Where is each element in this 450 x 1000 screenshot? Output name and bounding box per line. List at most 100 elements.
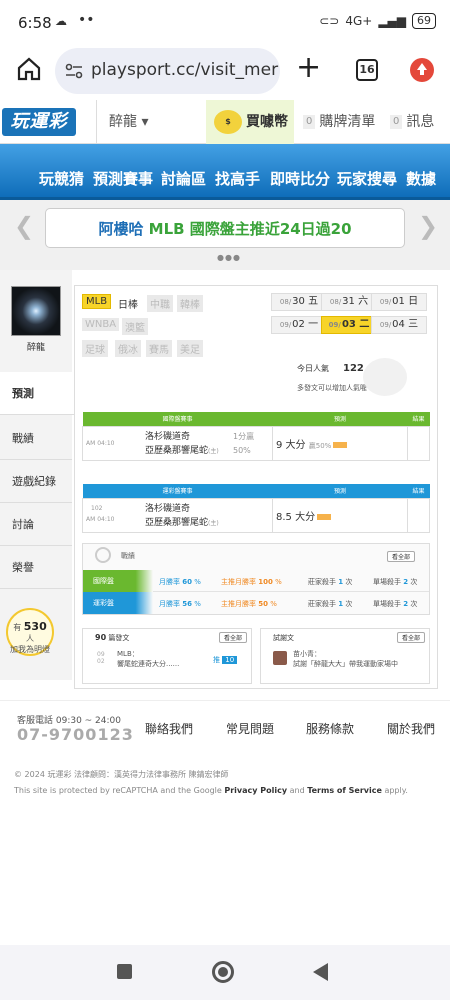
prediction-panel: MLB 日棒 中職 韓棒 WNBA 澳籃 足球 俄冰 賽馬 美足 08/30 五… <box>74 285 438 689</box>
avatar-box[interactable]: 醉龍 <box>6 286 66 356</box>
date-0831[interactable]: 08/31 六 <box>321 293 377 311</box>
game-time: AM 04:10 <box>86 515 115 523</box>
game-cell[interactable]: 102 AM 04:10 洛杉磯道奇 亞歷桑那響尾蛇(主) <box>82 497 273 533</box>
promo-link[interactable]: 阿樓哈 MLB 國際盤主推近24日過20 <box>45 208 405 248</box>
profile-sidebar: 醉龍 預測 戰績 遊戲紀錄 討論 榮譽 有 530 人加我為明燈 <box>0 270 74 680</box>
nav-item-forum[interactable]: 討論區 <box>161 168 206 189</box>
post-item[interactable]: MLB： 響尾蛇連奇大分...... <box>117 649 179 669</box>
col-header: 預測 <box>272 412 408 426</box>
url-text: playsport.cc/visit_mer <box>91 60 279 80</box>
footer-link-faq[interactable]: 常見問題 <box>226 720 274 737</box>
visitors-view-all-button[interactable]: 看全部 <box>397 632 426 643</box>
new-tab-icon[interactable]: + <box>296 53 321 83</box>
site-settings-icon[interactable] <box>64 61 84 81</box>
league-tab-soccer: 足球 <box>82 340 108 357</box>
league-tab-khl: 俄冰 <box>115 340 141 357</box>
league-tab-mlb[interactable]: MLB <box>82 294 112 309</box>
msg-label: 訊息 <box>406 114 435 130</box>
league-tab-wnba: WNBA <box>82 318 120 331</box>
nav-item-predict[interactable]: 預測賽事 <box>93 168 153 189</box>
date-0901[interactable]: 09/01 日 <box>371 293 427 311</box>
messages-link[interactable]: 0 訊息 <box>390 100 434 144</box>
league-tab-npb[interactable]: 日棒 <box>115 295 141 312</box>
key-pick-badge <box>333 441 348 448</box>
col-header: 結果 <box>407 484 430 498</box>
nav-item-livescore[interactable]: 即時比分 <box>270 168 330 189</box>
date-0830[interactable]: 08/30 五 <box>271 293 327 311</box>
line-text: 1分贏 <box>233 431 255 441</box>
game-cell[interactable]: AM 04:10 洛杉磯道奇 亞歷桑那響尾蛇(主) 1分贏 50% <box>82 425 273 461</box>
chevron-left-icon[interactable]: ❮ <box>14 212 34 240</box>
date-day: 03 二 <box>341 319 370 330</box>
address-bar[interactable]: playsport.cc/visit_mer <box>55 48 280 94</box>
date-0902[interactable]: 09/02 一 <box>271 316 327 334</box>
update-icon[interactable] <box>410 58 434 82</box>
service-phone[interactable]: 07-9700123 <box>17 725 134 744</box>
cart-link[interactable]: 0 購牌清單 <box>303 100 375 144</box>
table-row: AM 04:10 洛杉磯道奇 亞歷桑那響尾蛇(主) 1分贏 50% 9 大分 贏50… <box>82 425 430 461</box>
col-header: 預測 <box>272 484 408 498</box>
copyright-text: © 2024 玩運彩 法律顧問：漢英得力法律事務所 陳錆宏律師 <box>14 770 229 779</box>
coin-label: 買噱幣 <box>246 114 288 130</box>
sidebar-item-predict[interactable]: 預測 <box>0 372 74 415</box>
recaptcha-notice: This site is protected by reCAPTCHA and … <box>14 786 408 795</box>
record-summary: 戰績 看全部 國際盤 月勝率 60 % 主推月勝率 100 % 莊家殺手 1 次… <box>82 543 430 615</box>
sidebar-item-discuss[interactable]: 討論 <box>0 503 72 546</box>
single-killer: 單場殺手 2 次 <box>373 578 418 586</box>
avatar <box>11 286 61 336</box>
record-title: 戰績 <box>121 552 135 560</box>
league-tab-horse: 賽馬 <box>146 340 172 357</box>
nav-item-guess[interactable]: 玩競猜 <box>39 168 84 189</box>
bulb-text: 加我為明燈 <box>10 645 50 654</box>
footer-link-contact[interactable]: 聯絡我們 <box>145 720 193 737</box>
coin-button[interactable]: $ 買噱幣 <box>206 100 294 144</box>
sidebar-item-game-log[interactable]: 遊戲紀錄 <box>0 460 72 503</box>
home-team: 亞歷桑那響尾蛇 <box>145 517 209 528</box>
line-pct: 50% <box>233 445 251 455</box>
user-menu[interactable]: 醉龍 ▾ <box>96 100 206 144</box>
visitor-item[interactable]: 苗小青： 試謝「醉龍大大」帶我運動家場中 <box>293 649 398 669</box>
network-label: 4G+ <box>345 14 373 28</box>
privacy-policy-link[interactable]: Privacy Policy <box>224 786 287 795</box>
tab-switcher-button[interactable]: 16 <box>356 59 378 81</box>
record-view-all-button[interactable]: 看全部 <box>387 551 416 562</box>
home-tag: (主) <box>208 447 219 455</box>
terms-link[interactable]: Terms of Service <box>307 786 382 795</box>
post-date: 09 02 <box>97 651 105 665</box>
date-0904[interactable]: 09/04 三 <box>371 316 427 334</box>
footer-link-about[interactable]: 關於我們 <box>387 720 435 737</box>
back-icon[interactable] <box>313 963 328 981</box>
chevron-right-icon[interactable]: ❯ <box>418 212 438 240</box>
nav-item-data[interactable]: 數據 <box>406 168 436 189</box>
result-cell <box>407 425 430 461</box>
date-0903[interactable]: 09/03 二 <box>321 316 377 334</box>
notification-dots-icon: •• <box>78 12 95 28</box>
game-teams: 洛杉磯道奇 亞歷桑那響尾蛇(主) <box>145 430 219 459</box>
visitor-name: 苗小青： <box>293 650 321 658</box>
status-bar: 6:58 ☁ •• ⊂⊃ 4G+ ▂▄▆ 69 <box>0 0 450 44</box>
record-label: 運彩盤 <box>83 592 153 614</box>
home-icon[interactable] <box>16 56 42 82</box>
recents-icon[interactable] <box>117 964 132 979</box>
sidebar-item-record[interactable]: 戰績 <box>0 417 72 460</box>
copyright: © 2024 玩運彩 法律顧問：漢英得力法律事務所 陳錆宏律師 This sit… <box>14 767 408 799</box>
signal-icon: ▂▄▆ <box>378 14 406 28</box>
follow-bulb-button[interactable]: 有 530 人加我為明燈 <box>6 608 54 656</box>
date-month: 09/ <box>279 321 292 329</box>
key-pick-badge <box>317 513 332 520</box>
visitor-text: 試謝「醉龍大大」帶我運動家場中 <box>293 660 398 668</box>
home-circle-icon[interactable] <box>212 961 234 983</box>
posts-view-all-button[interactable]: 看全部 <box>219 632 248 643</box>
league-tab-nbl: 澳籃 <box>122 318 148 335</box>
nav-item-player-search[interactable]: 玩家搜尋 <box>337 168 397 189</box>
posts-header: 90 篇發文 <box>95 633 129 643</box>
post-title: 響尾蛇連奇大分...... <box>117 660 180 668</box>
site-logo[interactable]: 玩運彩 <box>2 108 76 136</box>
game-line: 1分贏 50% <box>233 430 254 458</box>
nav-item-experts[interactable]: 找高手 <box>215 168 260 189</box>
away-team: 洛杉磯道奇 <box>145 431 191 442</box>
sidebar-item-honor[interactable]: 榮譽 <box>0 546 72 589</box>
push-count: 推 10 <box>213 655 238 665</box>
league-tab-cpbl: 中職 <box>147 295 173 312</box>
footer-link-terms[interactable]: 服務條款 <box>306 720 354 737</box>
